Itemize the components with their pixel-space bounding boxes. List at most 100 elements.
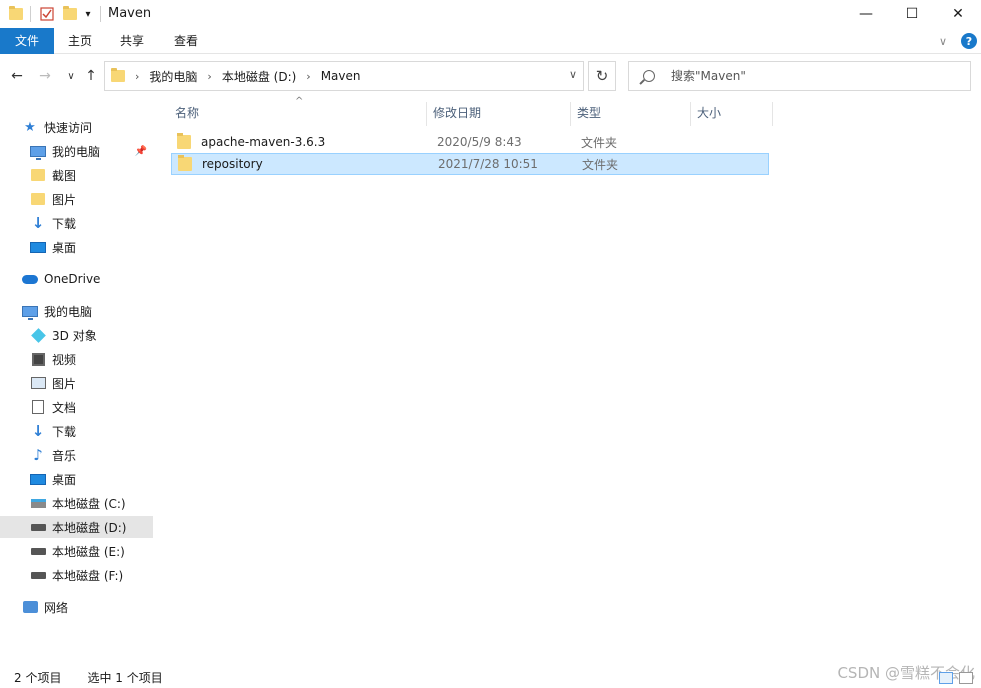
sidebar-item-desktop-quick[interactable]: 桌面 [0,236,153,258]
column-header: 名称 修改日期 类型 大小 [169,102,773,126]
sidebar-item-desktop[interactable]: 桌面 [0,468,153,490]
ribbon-controls: ∨ ? [939,28,981,54]
sidebar-item-label: 本地磁盘 (F:) [52,568,124,583]
breadcrumb-maven[interactable]: Maven [321,69,361,83]
sidebar-item-3d-objects[interactable]: 3D 对象 [0,324,153,346]
file-date: 2021/7/28 10:51 [438,157,538,171]
file-name-cell: apache-maven-3.6.3 [171,133,429,149]
sidebar-item-documents[interactable]: 文档 [0,396,153,418]
sidebar-item-screenshots[interactable]: 截图 [0,164,153,186]
sidebar-item-quick-access[interactable]: ★ 快速访问 [0,116,153,138]
customize-toolbar-icon[interactable]: ▾ [82,4,94,24]
sidebar-item-label: 网络 [44,600,69,615]
ribbon: 文件 主页 共享 查看 ∨ ? [0,28,981,54]
sidebar-item-onedrive[interactable]: OneDrive [0,268,153,290]
sidebar-item-drive-d[interactable]: 本地磁盘 (D:) [0,516,153,538]
documents-icon [30,400,46,414]
pin-icon[interactable]: 📌 [135,146,147,157]
divider [30,6,31,22]
forward-button[interactable]: → [36,66,54,86]
sidebar-item-videos[interactable]: 视频 [0,348,153,370]
tab-home[interactable]: 主页 [58,28,102,54]
drive-icon [30,520,46,534]
search-box[interactable] [628,61,971,91]
sidebar-item-drive-e[interactable]: 本地磁盘 (E:) [0,540,153,562]
breadcrumb-drive-d[interactable]: 本地磁盘 (D:) [222,68,296,85]
sidebar-item-label: 桌面 [52,240,77,255]
sidebar-item-pictures-quick[interactable]: 图片 [0,188,153,210]
tab-share[interactable]: 共享 [110,28,154,54]
up-button[interactable]: ↑ [82,66,100,86]
sidebar-item-label: 我的电脑 [52,144,101,159]
tab-view[interactable]: 查看 [164,28,208,54]
sidebar-item-pictures[interactable]: 图片 [0,372,153,394]
help-icon[interactable]: ? [961,33,977,49]
sidebar-item-label: 下载 [52,216,77,231]
sidebar-item-drive-c[interactable]: 本地磁盘 (C:) [0,492,153,514]
file-type: 文件夹 [581,135,618,150]
desktop-icon [30,472,46,486]
search-input[interactable] [671,69,931,83]
close-button[interactable]: ✕ [935,0,981,28]
sidebar-item-downloads[interactable]: ↓ 下载 [0,420,153,442]
address-dropdown-icon[interactable]: ∨ [569,68,577,81]
table-row[interactable]: apache-maven-3.6.3 2020/5/9 8:43 文件夹 [171,131,769,153]
sidebar-item-my-computer-pinned[interactable]: 我的电脑 📌 [0,140,153,162]
large-icons-view-icon[interactable] [959,672,973,684]
collapse-ribbon-icon[interactable]: ∨ [939,35,947,48]
sidebar-item-label: 3D 对象 [52,328,97,343]
item-count: 2 个项目 [14,670,62,685]
sidebar-item-label: OneDrive [44,272,101,286]
sidebar-item-my-computer[interactable]: 我的电脑 [0,300,153,322]
desktop-icon [30,240,46,254]
tab-file[interactable]: 文件 [0,28,54,54]
sidebar-item-label: 下载 [52,424,77,439]
folder-icon [111,68,125,82]
properties-icon[interactable] [38,4,56,24]
new-folder-icon[interactable] [62,4,78,24]
breadcrumb-separator-icon: › [135,69,140,83]
video-icon [30,352,46,366]
sidebar-item-label: 视频 [52,352,77,367]
folder-icon [30,192,46,206]
details-view-icon[interactable] [939,672,953,684]
sidebar-item-label: 快速访问 [44,120,93,135]
sidebar-item-drive-f[interactable]: 本地磁盘 (F:) [0,564,153,586]
computer-icon [30,144,46,160]
network-icon [22,600,38,614]
column-name[interactable]: 名称 [169,102,427,126]
column-size[interactable]: 大小 [691,102,773,126]
column-date-modified[interactable]: 修改日期 [427,102,571,126]
3d-objects-icon [30,327,46,343]
file-name: apache-maven-3.6.3 [201,135,326,149]
music-icon: ♪ [33,446,43,464]
breadcrumb-my-computer[interactable]: 我的电脑 [149,68,197,85]
file-name: repository [202,157,263,171]
download-icon: ↓ [31,422,45,440]
folder-icon [8,4,24,24]
breadcrumb-separator-icon: › [306,69,311,83]
recent-locations-button[interactable]: ∨ [62,66,80,86]
column-type[interactable]: 类型 [571,102,691,126]
sidebar-item-label: 图片 [52,376,77,391]
minimize-button[interactable]: — [843,0,889,28]
file-type: 文件夹 [582,157,619,172]
back-button[interactable]: ← [8,66,26,86]
sidebar-item-network[interactable]: 网络 [0,596,153,618]
refresh-button[interactable]: ↻ [588,61,616,91]
star-icon: ★ [24,119,36,135]
sidebar-item-downloads-quick[interactable]: ↓ 下载 [0,212,153,234]
sidebar-item-label: 本地磁盘 (E:) [52,544,125,559]
download-icon: ↓ [31,214,45,232]
drive-icon [30,544,46,558]
address-bar[interactable]: › 我的电脑 › 本地磁盘 (D:) › Maven ∨ [104,61,584,91]
folder-icon [178,155,192,171]
sidebar-item-label: 桌面 [52,472,77,487]
sidebar-item-music[interactable]: ♪ 音乐 [0,444,153,466]
table-row[interactable]: repository 2021/7/28 10:51 文件夹 [171,153,769,175]
breadcrumb-separator-icon: › [207,69,212,83]
sidebar-item-label: 本地磁盘 (C:) [52,496,126,511]
maximize-button[interactable]: ☐ [889,0,935,28]
file-list: ^ 名称 修改日期 类型 大小 apache-maven-3.6.3 2020/… [155,96,981,656]
cloud-icon [22,272,38,286]
